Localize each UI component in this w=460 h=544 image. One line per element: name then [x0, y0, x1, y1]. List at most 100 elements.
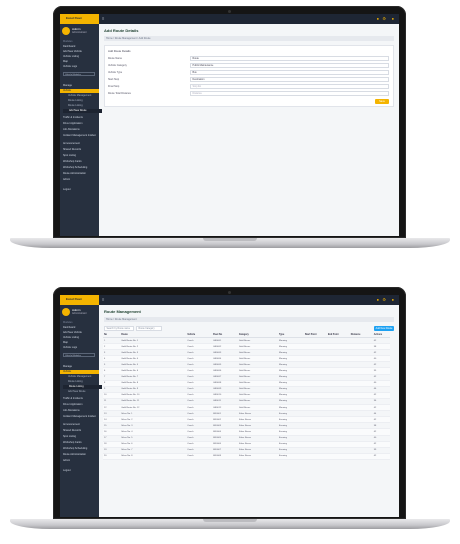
sidebar-item-vehicle-logs[interactable]: Vehicle Logs [63, 65, 96, 69]
table-cell: SR0008 [212, 453, 238, 460]
sidebar-item-dashboard[interactable]: Dashboard [63, 326, 96, 330]
save-button[interactable]: Save [375, 99, 389, 104]
sidebar-item-admin[interactable]: Admin [63, 178, 96, 182]
breadcrumb[interactable]: Home / Route Management / Add Route [104, 36, 394, 41]
sidebar-item-vehicle-listing[interactable]: Vehicle Listing [63, 55, 96, 59]
laptop-notch [203, 238, 257, 241]
sidebar-section-label: Modules [63, 321, 73, 324]
sidebar-subitem-route-listing-2[interactable]: Route Listing [63, 104, 101, 108]
distance-label: Route Total Distance [108, 92, 132, 95]
laptop-base [10, 519, 450, 529]
sidebar-subitem-vehicle-management[interactable]: Vehicle Management [63, 94, 101, 98]
settings-gear-icon[interactable]: ⚙ [382, 16, 386, 22]
sidebar-item-route-administration[interactable]: Route Administration [63, 172, 96, 176]
sidebar-item-shared-records[interactable]: Shared Records [63, 148, 96, 152]
sidebar-subitem-vehicle-management[interactable]: Vehicle Management [63, 375, 101, 379]
sidebar-item-job-allocations[interactable]: Job Allocations [63, 128, 96, 132]
laptop-mockup-top: Excel Fleet ≡ ● ⚙ ● Admin Administrator … [0, 6, 460, 260]
search-input[interactable]: Search by Route name [104, 326, 134, 331]
breadcrumb[interactable]: Home / Route Management [104, 317, 394, 322]
sidebar-subitem-add-route[interactable]: Add New Route [63, 390, 101, 394]
module-select[interactable]: Vehicle Modules [63, 72, 95, 76]
add-route-button[interactable]: Add New Route [374, 326, 394, 331]
route-form-card: Add Route Details Route Name Route Vehic… [104, 45, 394, 107]
sidebar-subitem-route-listing[interactable]: Route Listing [63, 99, 101, 103]
table-cell: 20 [103, 453, 121, 460]
sidebar-item-vehicle[interactable]: Vehicle [60, 370, 99, 374]
sidebar-user[interactable]: Admin Administrator [62, 26, 97, 38]
sidebar-item-incident-management[interactable]: Incident Management Incident Live Table [63, 415, 96, 419]
sidebar-user[interactable]: Admin Administrator [62, 307, 97, 319]
sidebar-item-manage[interactable]: Manage [63, 365, 96, 369]
logo-text: Excel Fleet [66, 16, 82, 20]
sidebar: Admin Administrator Modules Dashboard Ad… [60, 24, 102, 236]
final-stop-input[interactable]: Stop list [190, 84, 389, 89]
sidebar-item-route-administration[interactable]: Route Administration [63, 453, 96, 457]
settings-gear-icon[interactable]: ⚙ [382, 297, 386, 303]
sidebar-item-spot-listing[interactable]: Spot Listing [63, 435, 96, 439]
sidebar-item-traffic[interactable]: Traffic & Incidents [63, 116, 96, 120]
page-title: Route Management [104, 309, 141, 314]
sidebar-item-add-vehicle[interactable]: Add New Vehicle [63, 331, 96, 335]
sidebar-item-traffic[interactable]: Traffic & Incidents [63, 397, 96, 401]
sidebar-item-workshop-scheduling[interactable]: Workshop Scheduling [63, 166, 96, 170]
distance-input[interactable]: Distance [190, 91, 389, 96]
menu-toggle-icon[interactable]: ≡ [102, 297, 104, 303]
sidebar-item-workshop-scheduling[interactable]: Workshop Scheduling [63, 447, 96, 451]
sidebar-item-admin[interactable]: Admin [63, 459, 96, 463]
vehicle-type-select[interactable]: Bus [190, 70, 389, 75]
sidebar-item-vehicle-listing[interactable]: Vehicle Listing [63, 336, 96, 340]
sidebar-item-driver-application[interactable]: Driver Application [63, 122, 96, 126]
module-select[interactable]: Vehicle Modules [63, 353, 95, 357]
start-stop-input[interactable]: Destination [190, 77, 389, 82]
sidebar-item-job-allocations[interactable]: Job Allocations [63, 409, 96, 413]
sidebar-item-incident-management[interactable]: Incident Management Incident Live Table [63, 134, 96, 138]
sidebar-item-workshop-cards[interactable]: Workshop Cards [63, 441, 96, 445]
sidebar-item-announcement[interactable]: Announcement [63, 423, 96, 427]
sidebar-item-shared-records[interactable]: Shared Records [63, 429, 96, 433]
app-logo[interactable]: Excel Fleet [60, 14, 99, 24]
sidebar-item-add-vehicle[interactable]: Add New Vehicle [63, 50, 96, 54]
main-content: Add Route Details Home / Route Managemen… [99, 24, 399, 236]
notification-bell-icon[interactable]: ● [377, 16, 379, 22]
app-logo[interactable]: Excel Fleet [60, 295, 99, 305]
sidebar-subitem-add-route[interactable]: Add New Route [63, 109, 102, 113]
sidebar-item-logout[interactable]: Logout [63, 188, 96, 192]
route-name-input[interactable]: Route [190, 56, 389, 61]
sidebar-item-dashboard[interactable]: Dashboard [63, 45, 96, 49]
sidebar-item-vehicle-logs[interactable]: Vehicle Logs [63, 346, 96, 350]
sidebar-subitem-route-listing[interactable]: Route Listing [63, 380, 101, 384]
sidebar-item-spot-listing[interactable]: Spot Listing [63, 154, 96, 158]
sidebar-item-map[interactable]: Map [63, 341, 96, 345]
user-avatar-icon[interactable]: ● [392, 16, 394, 22]
table-cell: Silver No. 8 [120, 453, 187, 460]
user-role: Administrator [72, 312, 87, 315]
category-filter-select[interactable]: Route Category [136, 326, 162, 331]
table-row[interactable]: 20 Silver No. 8 Coach SR0008 Silver Buses Eve… [103, 453, 390, 460]
sidebar-subitem-route-listing-2[interactable]: Route Listing [63, 385, 102, 389]
main-content: Route Management Home / Route Management… [99, 305, 399, 517]
top-navbar: Excel Fleet ≡ ● ⚙ ● [60, 295, 399, 305]
table-cell: Evening [278, 453, 304, 460]
laptop-lid: Excel Fleet ≡ ● ⚙ ● Admin Administrator … [53, 6, 406, 238]
menu-toggle-icon[interactable]: ≡ [102, 16, 104, 22]
sidebar-item-manage[interactable]: Manage [63, 84, 96, 88]
vehicle-category-select[interactable]: Public Maintenance [190, 63, 389, 68]
sidebar-item-workshop-cards[interactable]: Workshop Cards [63, 160, 96, 164]
sidebar-item-driver-application[interactable]: Driver Application [63, 403, 96, 407]
notification-bell-icon[interactable]: ● [377, 297, 379, 303]
sidebar-item-map[interactable]: Map [63, 60, 96, 64]
sidebar-item-announcement[interactable]: Announcement [63, 142, 96, 146]
laptop-notch [203, 519, 257, 522]
vehicle-type-label: Vehicle Type [108, 71, 123, 74]
user-avatar-icon[interactable]: ● [392, 297, 394, 303]
sidebar-item-vehicle[interactable]: Vehicle [60, 89, 99, 93]
laptop-lid: Excel Fleet ≡ ● ⚙ ● Admin Administrator … [53, 287, 406, 519]
start-stop-label: Start Stop [108, 78, 120, 81]
final-stop-label: Final Stop [108, 85, 120, 88]
sidebar-item-logout[interactable]: Logout [63, 469, 96, 473]
table-cell [349, 453, 373, 460]
camera-icon [228, 291, 231, 294]
laptop-mockup-bottom: Excel Fleet ≡ ● ⚙ ● Admin Administrator … [0, 287, 460, 541]
table-cell [326, 453, 350, 460]
